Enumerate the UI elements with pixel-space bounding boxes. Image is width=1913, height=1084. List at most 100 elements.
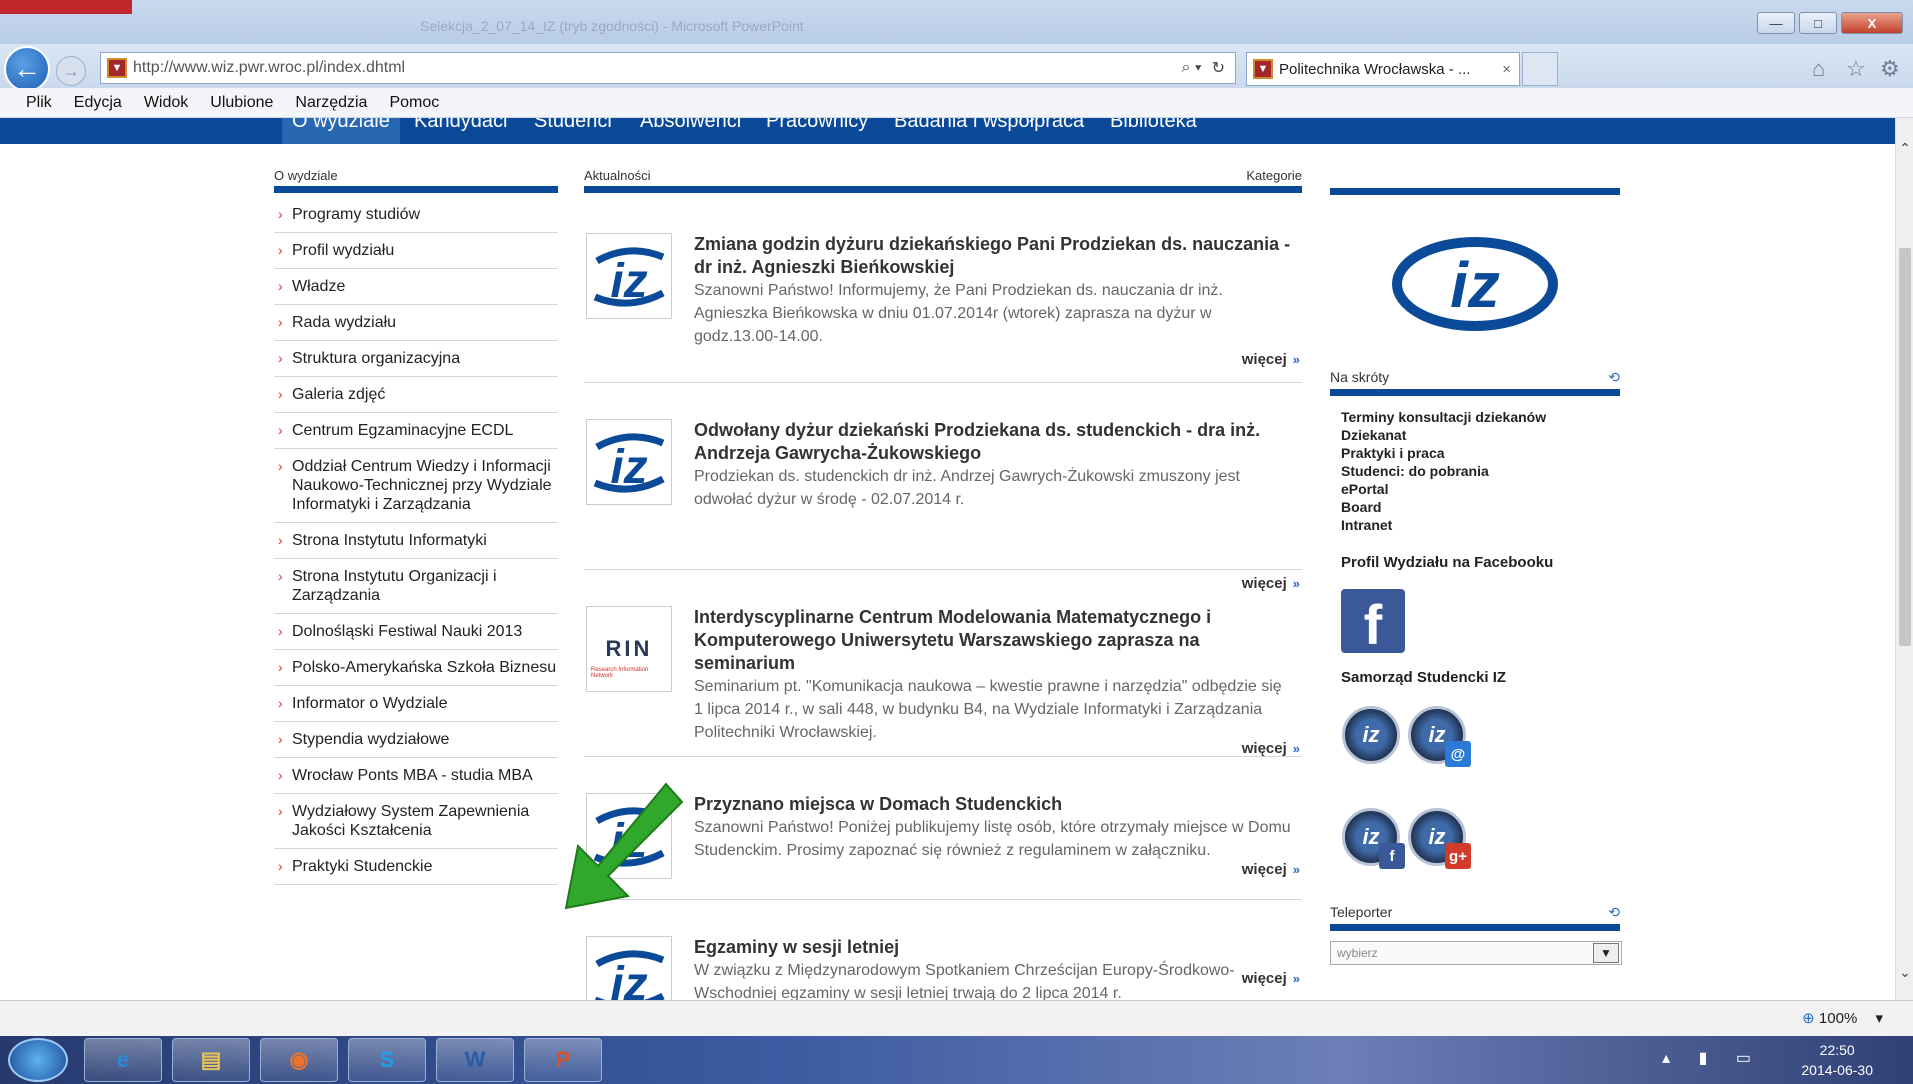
sidebar-link[interactable]: › Profil wydziału [274,233,558,269]
sidebar-link[interactable]: › Struktura organizacyjna [274,341,558,377]
sidebar-link[interactable]: › Strona Instytutu Informatyki [274,523,558,559]
scroll-thumb[interactable] [1899,248,1911,646]
scroll-down-icon[interactable]: ⌄ [1896,964,1913,982]
samorzad-label: Samorząd Studencki IZ [1341,669,1507,686]
news-title[interactable]: Zmiana godzin dyżuru dziekańskiego Pani … [694,233,1300,279]
sidebar-link-label: Strona Instytutu Informatyki [292,532,487,549]
forward-arrow-icon[interactable]: → [56,56,86,86]
site-nav-biblioteka[interactable]: Biblioteka [1110,118,1197,133]
address-bar[interactable]: ▼ http://www.wiz.pwr.wroc.pl/index.dhtml… [100,52,1236,84]
sidebar-link[interactable]: › Informator o Wydziale [274,686,558,722]
news-thumbnail[interactable]: RIN Research Information Network [586,606,672,692]
news-body: Seminarium pt. "Komunikacja naukowa – kw… [694,678,1282,741]
site-nav-absolwenci[interactable]: Absolwenci [640,118,741,133]
sidebar-link[interactable]: › Strona Instytutu Organizacji i Zarządza… [274,559,558,614]
file-explorer-icon[interactable]: ▤ [172,1038,250,1082]
samorzad-facebook-icon[interactable]: iz f [1342,808,1405,869]
zoom-control[interactable]: ⊕ 100% ▾ [1802,1009,1883,1027]
skype-icon[interactable]: S [348,1038,426,1082]
minimize-button[interactable]: — [1757,12,1795,34]
site-nav-kandydaci[interactable]: Kandydaci [414,118,507,133]
chevron-down-icon[interactable]: ▼ [1593,943,1619,963]
samorzad-iz-icon[interactable]: iz [1342,706,1400,764]
samorzad-googleplus-icon[interactable]: iz g+ [1408,808,1471,869]
maximize-button[interactable]: □ [1799,12,1837,34]
news-title[interactable]: Interdyscyplinarne Centrum Modelowania M… [694,606,1300,675]
news-thumbnail[interactable]: iz [586,233,672,319]
expand-icon[interactable]: ⟲ [1608,369,1620,389]
facebook-icon[interactable]: f [1341,589,1405,656]
page-scrollbar[interactable]: ⌃ ⌄ [1895,118,1913,1000]
teleporter-header: Teleporter ⟲ [1330,904,1620,924]
sidebar-link[interactable]: › Rada wydziału [274,305,558,341]
sidebar-link[interactable]: › Programy studiów [274,197,558,233]
new-tab-button[interactable] [1522,52,1558,86]
search-icon[interactable]: ⌕ ▾ [1181,59,1201,77]
news-title[interactable]: Egzaminy w sesji letniej [694,936,1300,959]
sidebar-link[interactable]: › Praktyki Studenckie [274,849,558,885]
internet-explorer-icon[interactable]: e [84,1038,162,1082]
more-link[interactable]: więcej » [1242,351,1300,368]
site-nav-studenci[interactable]: Studenci [534,118,612,133]
back-arrow-icon[interactable]: ← [4,46,50,92]
menu-edit[interactable]: Edycja [74,94,122,112]
sidebar-link[interactable]: › Galeria zdjęć [274,377,558,413]
chevron-right-icon: › [278,695,283,711]
tab-close-icon[interactable]: × [1502,61,1511,78]
menu-tools[interactable]: Narzędzia [295,94,367,112]
news-title[interactable]: Przyznano miejsca w Domach Studenckich [694,793,1300,816]
sidebar-link-label: Rada wydziału [292,314,397,331]
sidebar-link[interactable]: › Centrum Egzaminacyjne ECDL [274,413,558,449]
home-icon[interactable]: ⌂ [1812,56,1825,82]
start-button-icon[interactable] [8,1038,68,1082]
shortcut-link[interactable]: Terminy konsultacji dziekanów [1341,408,1620,426]
teleporter-select[interactable]: wybierz ▼ [1330,941,1622,965]
chevron-down-icon[interactable]: ▾ [1875,1010,1883,1027]
sidebar-link[interactable]: › Dolnośląski Festiwal Nauki 2013 [274,614,558,650]
shortcut-link[interactable]: ePortal [1341,480,1620,498]
sidebar-link-label: Wrocław Ponts MBA - studia MBA [292,767,533,784]
news-title[interactable]: Odwołany dyżur dziekański Prodziekana ds… [694,419,1300,465]
menu-help[interactable]: Pomoc [389,94,439,112]
shortcut-link[interactable]: Intranet [1341,516,1620,534]
site-nav-badania[interactable]: Badania i współpraca [894,118,1084,133]
settings-gear-icon[interactable]: ⚙ [1880,56,1900,82]
powerpoint-icon[interactable]: P [524,1038,602,1082]
sidebar-link[interactable]: › Wrocław Ponts MBA - studia MBA [274,758,558,794]
sidebar-link[interactable]: › Władze [274,269,558,305]
sidebar-link-label: Oddział Centrum Wiedzy i Informacji Nauk… [292,458,552,513]
sidebar-link[interactable]: › Stypendia wydziałowe [274,722,558,758]
more-link[interactable]: więcej » [1242,970,1300,987]
close-window-button[interactable]: X [1841,12,1903,34]
menu-file[interactable]: Plik [26,94,52,112]
news-thumbnail[interactable]: iz [586,419,672,505]
shortcut-link[interactable]: Dziekanat [1341,426,1620,444]
menu-favorites[interactable]: Ulubione [210,94,273,112]
menu-view[interactable]: Widok [144,94,188,112]
favorites-star-icon[interactable]: ☆ [1846,56,1866,82]
shortcut-link[interactable]: Praktyki i praca [1341,444,1620,462]
scroll-up-icon[interactable]: ⌃ [1896,140,1913,158]
icon-text: iz [1428,824,1446,849]
categories-link[interactable]: Kategorie [1246,168,1302,186]
shortcut-link[interactable]: Studenci: do pobrania [1341,462,1620,480]
system-tray-icons[interactable]: ▴ ▮ ▭ [1662,1048,1763,1068]
shortcut-link[interactable]: Board [1341,498,1620,516]
more-link[interactable]: więcej » [1242,861,1300,878]
browser-tab[interactable]: ▼ Politechnika Wrocławska - ... × [1246,52,1520,86]
firefox-icon[interactable]: ◉ [260,1038,338,1082]
word-icon[interactable]: W [436,1038,514,1082]
site-nav-pracownicy[interactable]: Pracownicy [766,118,868,133]
site-nav-o-wydziale[interactable]: O wydziale [292,118,390,133]
refresh-icon[interactable]: ↻ [1212,58,1225,78]
samorzad-email-icon[interactable]: iz @ [1408,706,1471,767]
window-title-bar: Selekcja_2_07_14_IZ (tryb zgodności) - M… [0,0,1913,48]
more-link[interactable]: więcej » [1242,740,1300,757]
sidebar-link[interactable]: › Wydziałowy System Zapewnienia Jakości K… [274,794,558,849]
sidebar-link[interactable]: › Oddział Centrum Wiedzy i Informacji Nau… [274,449,558,523]
url-text[interactable]: http://www.wiz.pwr.wroc.pl/index.dhtml [133,59,1181,77]
expand-icon[interactable]: ⟲ [1608,904,1620,924]
logo-text: iz [1450,249,1500,321]
sidebar-link[interactable]: › Polsko-Amerykańska Szkoła Biznesu [274,650,558,686]
clock[interactable]: 22:50 2014-06-30 [1801,1040,1873,1080]
